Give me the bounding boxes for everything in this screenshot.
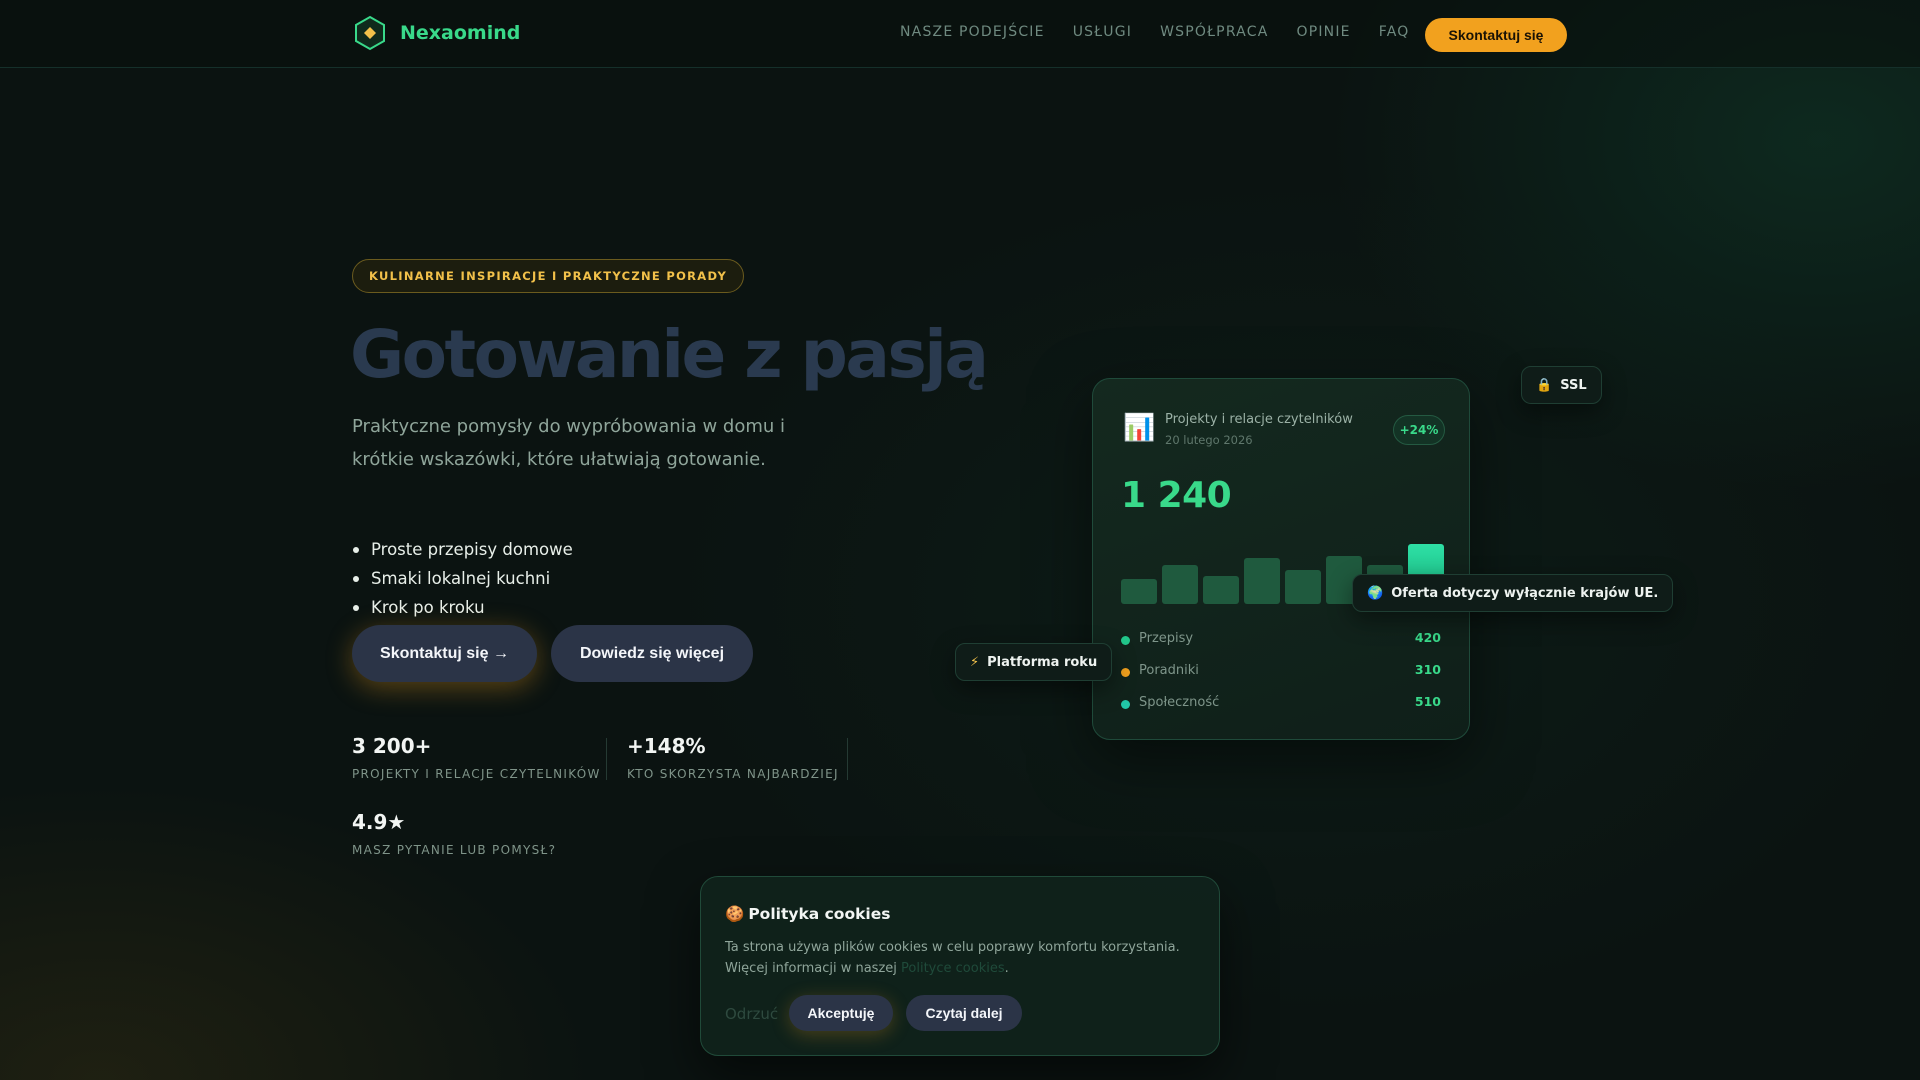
stat-growth: +148% KTO SKORZYSTA NAJBARDZIEJ: [627, 734, 839, 781]
stat-label: MASZ PYTANIE LUB POMYSŁ?: [352, 843, 557, 857]
chart-bar: [1121, 579, 1157, 604]
chart-bar: [1244, 558, 1280, 604]
contact-button[interactable]: Skontaktuj się →: [352, 625, 537, 682]
chart-bar: [1162, 565, 1198, 604]
hexagon-diamond-icon: [355, 15, 385, 51]
card-date: 20 lutego 2026: [1165, 433, 1253, 447]
nav-link-services[interactable]: USŁUGI: [1073, 24, 1132, 40]
nav-link-reviews[interactable]: OPINIE: [1296, 24, 1350, 40]
ssl-chip: 🔒 SSL: [1521, 366, 1602, 404]
legend-item: Przepisy 420: [1121, 630, 1441, 650]
chart-bar: [1285, 570, 1321, 604]
brand-name: Nexaomind: [400, 22, 521, 44]
legend-label: Przepisy: [1139, 631, 1194, 646]
nav-contact-button[interactable]: Skontaktuj się: [1425, 18, 1567, 52]
lock-icon: 🔒: [1536, 377, 1553, 393]
stat-divider: [847, 738, 848, 780]
legend-dot: [1121, 636, 1130, 645]
dashboard-card: 📊 Projekty i relacje czytelników 20 lute…: [1092, 378, 1470, 740]
chip-label: Platforma roku: [987, 654, 1098, 670]
card-total: 1 240: [1121, 475, 1232, 516]
globe-icon: 🌍: [1367, 585, 1384, 601]
stat-projects: 3 200+ PROJEKTY I RELACJE CZYTELNIKÓW: [352, 734, 601, 781]
chart-bar: [1203, 576, 1239, 604]
learn-more-button[interactable]: Dowiedz się więcej: [551, 625, 753, 682]
cookie-icon: 🍪: [725, 905, 745, 923]
stat-value: +148%: [627, 734, 706, 758]
bar-chart-icon: 📊: [1123, 413, 1156, 443]
legend-value: 510: [1414, 694, 1441, 709]
stat-rating: 4.9★ MASZ PYTANIE LUB POMYSŁ?: [352, 810, 556, 857]
feature-list: Proste przepisy domowe Smaki lokalnej ku…: [352, 535, 573, 622]
hero-subtitle: Praktyczne pomysły do wypróbowania w dom…: [352, 416, 786, 470]
legend-dot: [1121, 668, 1130, 677]
list-item: Smaki lokalnej kuchni: [352, 564, 573, 593]
legend-item: Poradniki 310: [1121, 662, 1441, 682]
hero-title: Gotowanie z pasją: [350, 316, 989, 393]
platform-chip: ⚡ Platforma roku: [955, 643, 1113, 681]
cookie-banner: 🍪 Polityka cookies Ta strona używa plikó…: [700, 876, 1220, 1056]
legend-label: Poradniki: [1139, 663, 1199, 678]
nav-link-faq[interactable]: FAQ: [1379, 24, 1410, 40]
stat-divider: [606, 738, 607, 780]
card-title: Projekty i relacje czytelników: [1165, 412, 1353, 427]
lightning-icon: ⚡: [970, 654, 980, 670]
eu-offer-chip: 🌍 Oferta dotyczy wyłącznie krajów UE.: [1352, 574, 1674, 612]
change-badge: +24%: [1393, 415, 1445, 445]
list-item: Krok po kroku: [352, 593, 573, 622]
legend-item: Społeczność 510: [1121, 694, 1441, 714]
hero-badge: KULINARNE INSPIRACJE I PRAKTYCZNE PORADY: [352, 259, 745, 293]
top-navigation: Nexaomind NASZE PODEJŚCIE USŁUGI WSPÓŁPR…: [0, 0, 1920, 68]
legend-label: Społeczność: [1139, 695, 1220, 710]
reject-button[interactable]: Odrzuć: [725, 1005, 778, 1023]
cookie-title: 🍪 Polityka cookies: [725, 905, 890, 923]
cookie-title-text: Polityka cookies: [748, 905, 891, 923]
stat-value: 3 200+: [352, 734, 432, 758]
nav-link-approach[interactable]: NASZE PODEJŚCIE: [900, 24, 1045, 40]
legend-dot: [1121, 700, 1130, 709]
stat-label: KTO SKORZYSTA NAJBARDZIEJ: [627, 767, 839, 781]
accept-button[interactable]: Akceptuję: [789, 995, 893, 1031]
legend-value: 420: [1414, 630, 1441, 645]
stat-value: 4.9★: [352, 810, 406, 834]
cookie-policy-link[interactable]: Polityce cookies: [901, 961, 1005, 976]
stat-label: PROJEKTY I RELACJE CZYTELNIKÓW: [352, 767, 601, 781]
nav-links: NASZE PODEJŚCIE USŁUGI WSPÓŁPRACA OPINIE…: [900, 24, 1409, 40]
list-item: Proste przepisy domowe: [352, 535, 573, 564]
chip-label: Oferta dotyczy wyłącznie krajów UE.: [1391, 585, 1659, 601]
chip-label: SSL: [1560, 377, 1587, 393]
nav-link-cooperation[interactable]: WSPÓŁPRACA: [1160, 24, 1268, 40]
cookie-text: Ta strona używa plików cookies w celu po…: [725, 940, 1180, 976]
read-more-button[interactable]: Czytaj dalej: [906, 995, 1022, 1031]
legend-value: 310: [1414, 662, 1441, 677]
brand-logo[interactable]: Nexaomind: [352, 15, 520, 51]
